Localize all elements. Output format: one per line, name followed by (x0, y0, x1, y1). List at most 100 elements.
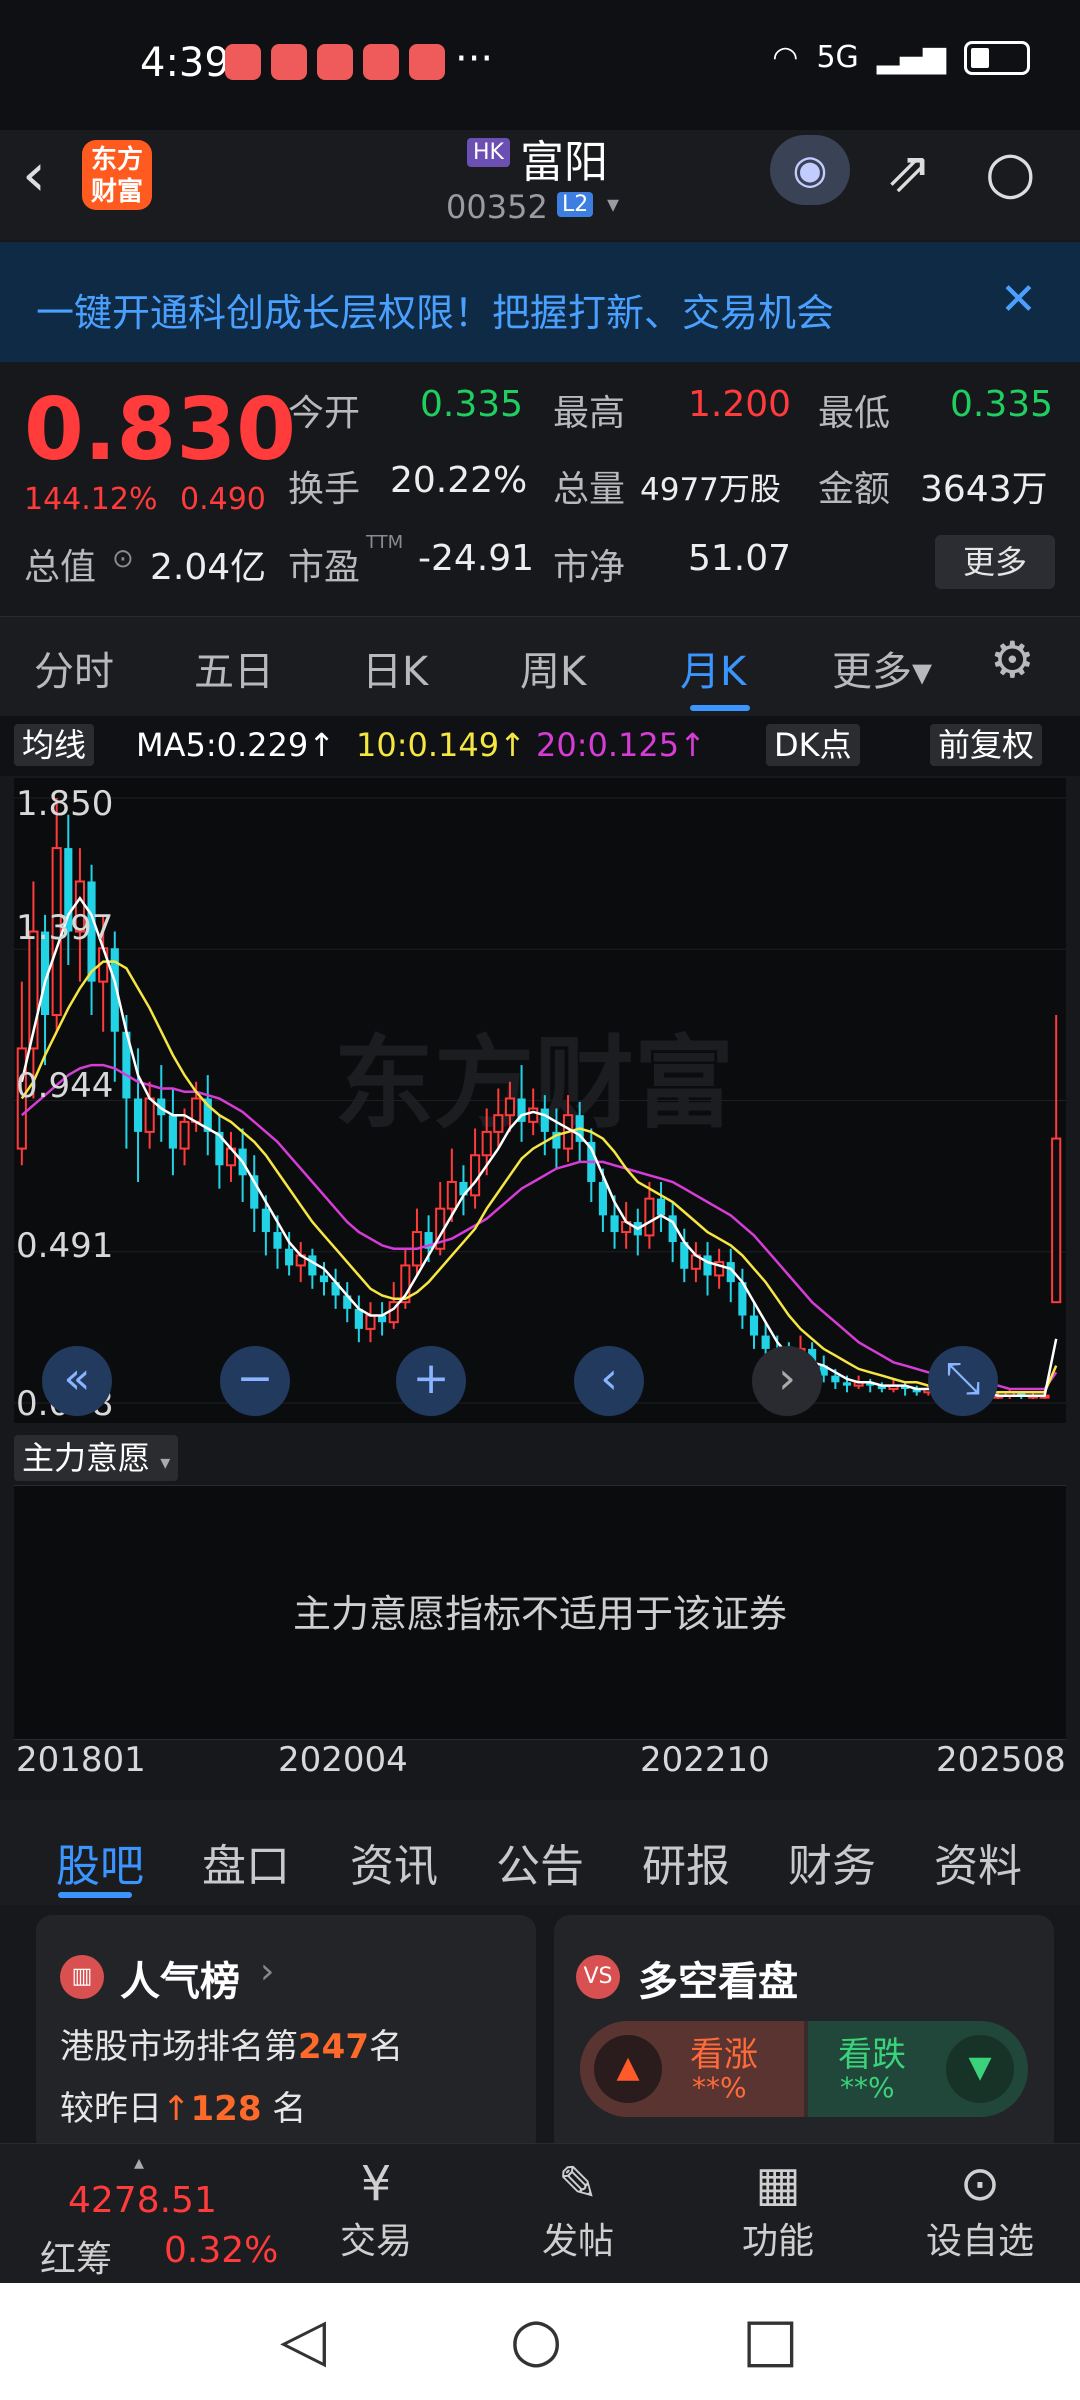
ma-selector-button[interactable]: 均线 (14, 724, 95, 766)
nav-features[interactable]: ▦ 功能 (708, 2154, 848, 2270)
active-tab-indicator (690, 705, 750, 711)
y-tick-label: 1.397 (16, 908, 114, 948)
sub-indicator-panel: 主力意愿 ▾ 主力意愿指标不适用于该证券 (0, 1425, 1080, 1755)
vote-up-value: **% (692, 2071, 747, 2104)
info-icon[interactable]: ⊙ (112, 544, 134, 574)
rank-change-prefix: 较昨日 (60, 2089, 162, 2129)
kline-tabs: 分时 五日 日K 周K 月K 更多▾ ⚙ (0, 616, 1080, 716)
search-icon[interactable]: ○ (985, 138, 1036, 206)
nav-features-label: 功能 (741, 2221, 814, 2262)
scroll-right-icon[interactable]: › (752, 1346, 822, 1416)
popularity-card[interactable]: ▥ 人气榜 › 港股市场排名第247名 较昨日↑128 名 (36, 1915, 536, 2155)
tab-weekly-k[interactable]: 周K (520, 639, 586, 697)
x-tick-label: 202004 (278, 1740, 408, 1780)
tab-announcements[interactable]: 公告 (496, 1830, 584, 1894)
amount-value: 3643万 (920, 469, 1048, 510)
gear-icon[interactable]: ⚙ (990, 631, 1035, 689)
candle-down (285, 1248, 294, 1266)
y-tick-label: 1.850 (16, 784, 114, 824)
amount-label: 金额 (818, 469, 891, 510)
banner-text[interactable]: 一键开通科创成长层权限！把握打新、交易机会 (36, 282, 834, 337)
indicator-message: 主力意愿指标不适用于该证券 (292, 1592, 787, 1636)
tab-monthly-k[interactable]: 月K (680, 639, 746, 697)
y-tick-label: 0.491 (16, 1226, 114, 1266)
signal-icon: ▂▄▆ (876, 40, 946, 75)
market-badge: HK (467, 138, 510, 167)
candle-down (831, 1375, 840, 1383)
nav-post[interactable]: ✎ 发帖 (508, 2154, 648, 2270)
mktcap-value: 2.04亿 (150, 547, 267, 588)
triangle-up-icon: ▲ (594, 2035, 662, 2103)
tab-forum[interactable]: 股吧 (56, 1830, 144, 1894)
stock-name: 富阳 (520, 137, 608, 188)
zoom-out-icon[interactable]: − (220, 1346, 290, 1416)
info-tabs: 股吧 盘口 资讯 公告 研报 财务 资料 (0, 1800, 1080, 1905)
nav-trade[interactable]: ¥ 交易 (306, 2154, 446, 2270)
adjust-button[interactable]: 前复权 (930, 724, 1043, 766)
scroll-left-icon[interactable]: ‹ (574, 1346, 644, 1416)
rank-change: 较昨日↑128 名 (60, 2081, 306, 2130)
tab-profile[interactable]: 资料 (934, 1830, 1022, 1894)
app-notification-icon (363, 44, 399, 80)
candle-up (446, 1180, 457, 1210)
nav-add-watchlist[interactable]: ⊙ 设自选 (910, 2154, 1050, 2270)
back-triangle-icon[interactable]: ◁ (280, 2305, 326, 2375)
candle-up (365, 1314, 376, 1330)
rank-suffix: 名 (368, 2027, 403, 2067)
index-percent: 0.32% (164, 2230, 279, 2271)
more-quote-button[interactable]: 更多 (935, 535, 1055, 589)
assistant-robot-icon[interactable]: ◉ (770, 135, 850, 205)
stock-code[interactable]: 00352 (446, 188, 548, 226)
tab-financials[interactable]: 财务 (788, 1830, 876, 1894)
volume-value: 4977万股 (640, 472, 781, 508)
home-circle-icon[interactable]: ○ (510, 2305, 562, 2375)
tab-orderbook[interactable]: 盘口 (202, 1830, 290, 1894)
nav-add-watchlist-label: 设自选 (925, 2221, 1034, 2262)
candle-down (540, 1108, 549, 1132)
tab-research[interactable]: 研报 (642, 1830, 730, 1894)
tab-more[interactable]: 更多▾ (832, 639, 932, 697)
share-icon[interactable]: ⇗ (885, 140, 932, 205)
dk-point-button[interactable]: DK点 (766, 724, 860, 766)
tab-intraday[interactable]: 分时 (34, 639, 114, 697)
index-ticker[interactable]: ▴ 4278.51 红筹 0.32% (30, 2150, 278, 2280)
chevron-right-icon: › (260, 1951, 275, 1992)
chevron-down-icon[interactable]: ▾ (607, 190, 619, 218)
promo-banner[interactable]: 一键开通科创成长层权限！把握打新、交易机会 ✕ (0, 242, 1080, 362)
bottom-nav: ▴ 4278.51 红筹 0.32% ¥ 交易 ✎ 发帖 ▦ 功能 ⊙ 设自选 (0, 2143, 1080, 2283)
low-label: 最低 (818, 393, 891, 434)
candle-up (493, 1114, 504, 1133)
wifi-icon: ◠ (772, 40, 799, 75)
vote-down-button[interactable]: 看跌 **% ▼ (808, 2021, 1028, 2117)
scroll-left-fast-icon[interactable]: « (42, 1346, 112, 1416)
kline-chart[interactable]: 东方财富 1.850 1.397 0.944 0.491 0.038 « − +… (14, 778, 1066, 1424)
zoom-in-icon[interactable]: + (396, 1346, 466, 1416)
indicator-area: 主力意愿指标不适用于该证券 (14, 1485, 1066, 1740)
more-dots-icon: ⊙ (959, 2156, 1001, 2212)
level2-badge[interactable]: L2 (557, 192, 594, 217)
app-logo[interactable]: 东方财富 (82, 140, 152, 210)
close-icon[interactable]: ✕ (1000, 274, 1037, 325)
candle-down (273, 1232, 282, 1249)
vote-up-button[interactable]: ▲ 看涨 **% (580, 2021, 804, 2117)
candle-up (1051, 1137, 1062, 1304)
recents-square-icon[interactable]: □ (742, 2305, 799, 2375)
stock-header: ‹ 东方财富 HK 富阳 00352 L2 ▾ ◉ ⇗ ○ (0, 130, 1080, 240)
tab-daily-k[interactable]: 日K (362, 639, 428, 697)
change-percent: 144.12% (24, 482, 158, 517)
status-bar: 4:39 ··· ◠ 5G ▂▄▆ (0, 0, 1080, 130)
tab-five-day[interactable]: 五日 (194, 639, 274, 697)
battery-icon (964, 40, 1030, 75)
index-name: 红筹 (40, 2239, 113, 2280)
tab-news[interactable]: 资讯 (350, 1830, 438, 1894)
rank-change-suffix: 名 (272, 2089, 307, 2129)
edit-icon: ✎ (557, 2156, 599, 2212)
y-tick-label: 0.944 (16, 1066, 114, 1106)
volume-label: 总量 (553, 469, 626, 510)
fullscreen-icon[interactable]: ⤡ (928, 1346, 998, 1416)
back-arrow-icon[interactable]: ‹ (22, 140, 46, 210)
candle-up (144, 1097, 155, 1133)
trade-yen-icon: ¥ (360, 2156, 392, 2212)
indicator-selector[interactable]: 主力意愿 ▾ (14, 1435, 179, 1481)
turnover-value: 20.22% (390, 460, 528, 501)
